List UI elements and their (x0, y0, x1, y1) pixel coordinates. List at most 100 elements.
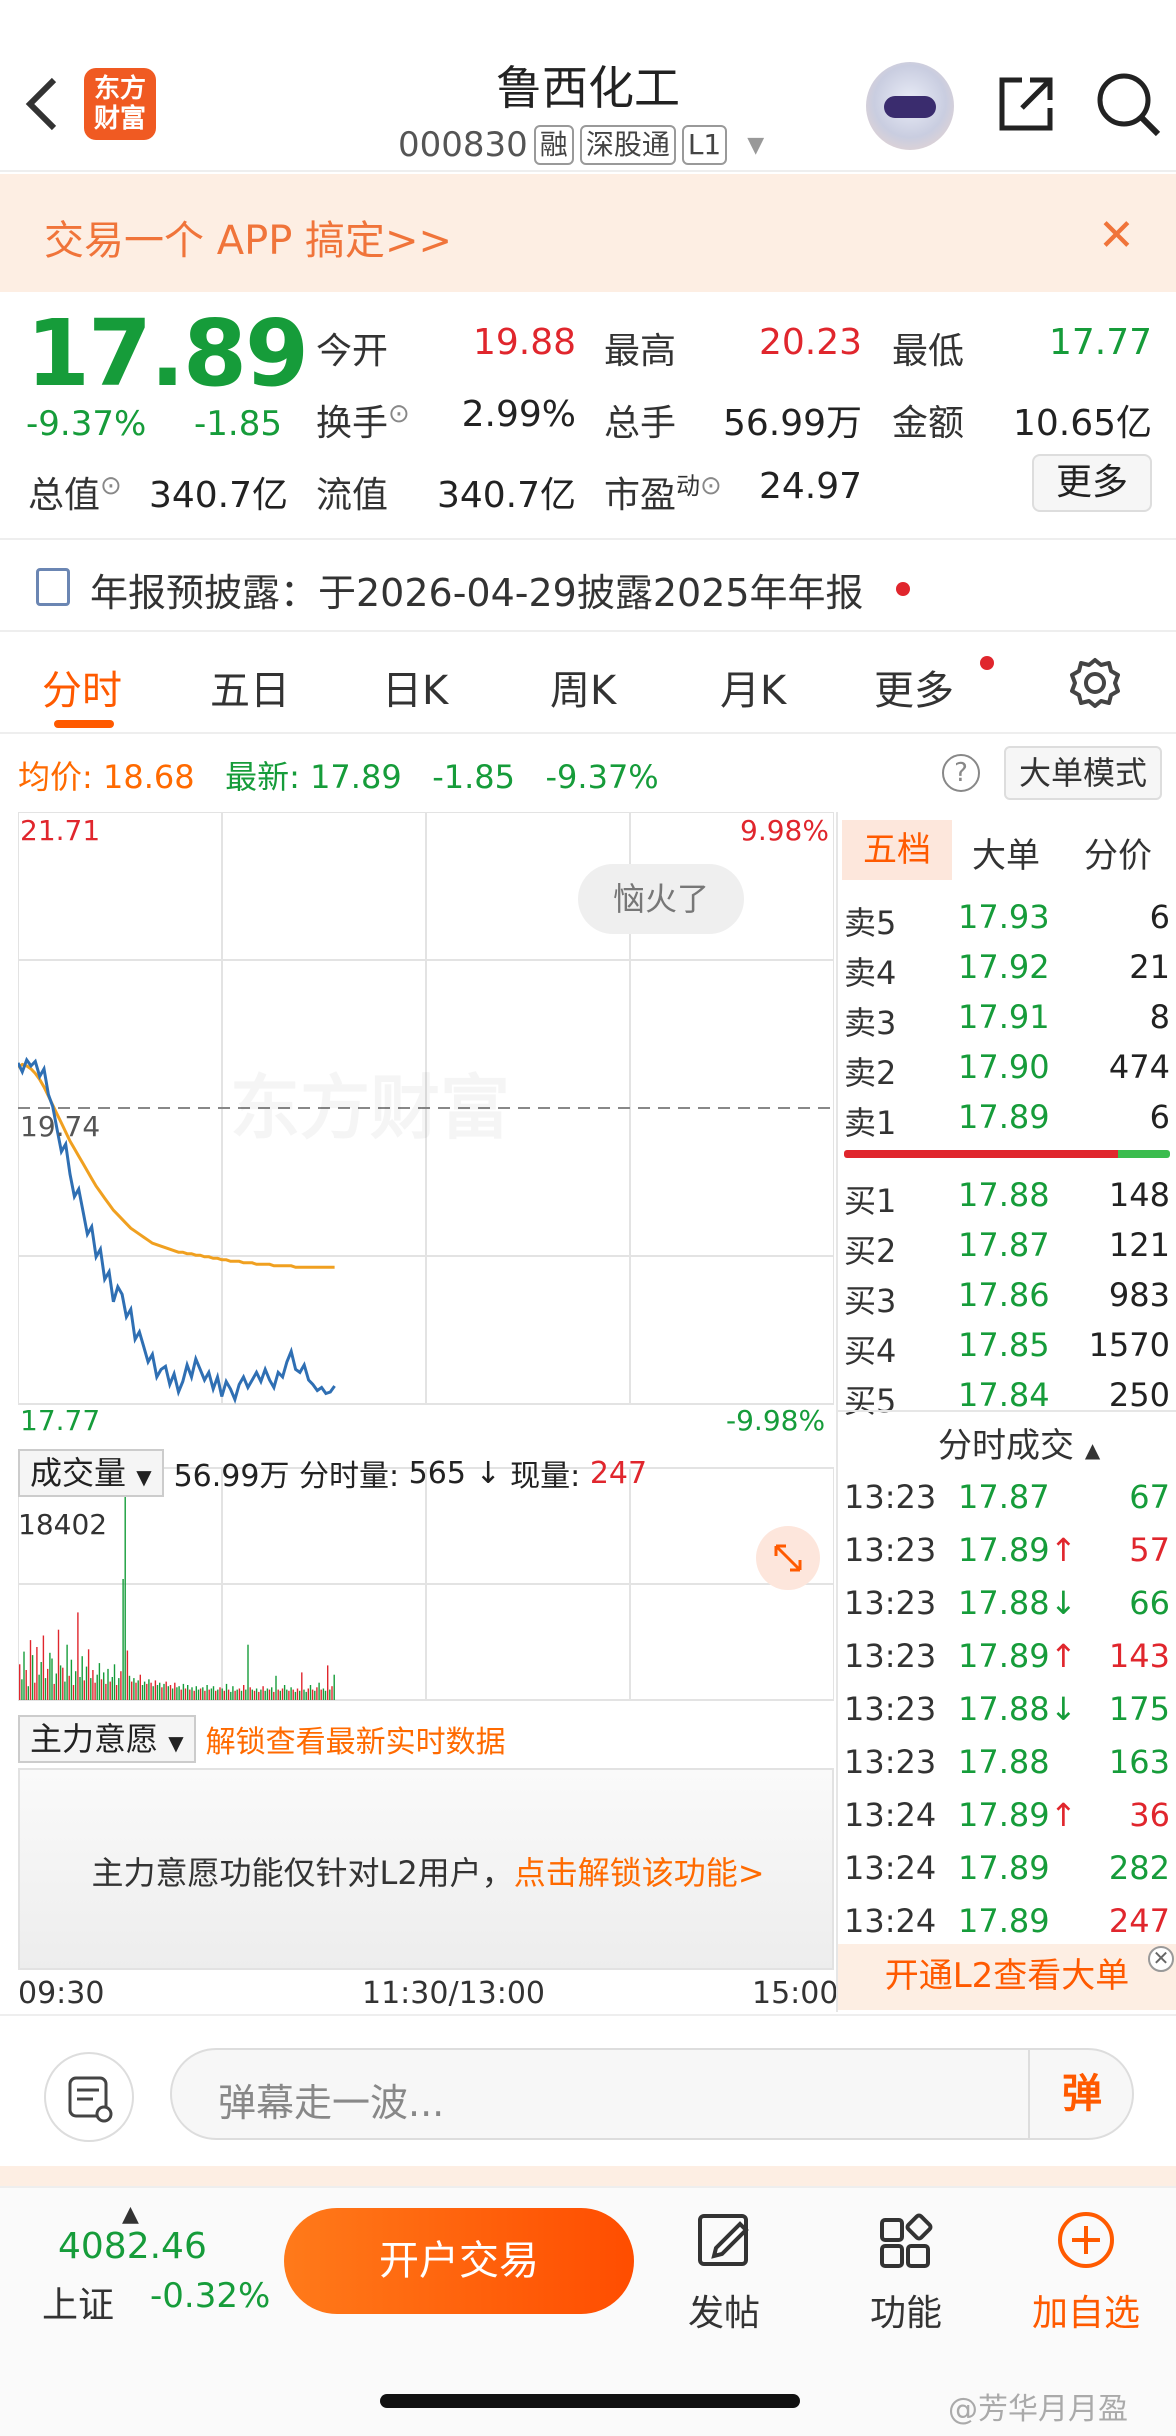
main-power-locked-panel[interactable]: 主力意愿功能仅针对L2用户，点击解锁该功能> (18, 1768, 834, 1970)
add-watchlist-button[interactable]: 加自选 (1026, 2210, 1146, 2336)
order-level: 买2 17.87 121 (844, 1220, 1170, 1270)
tab-monthly-k[interactable]: 月K (720, 658, 786, 716)
tab-more[interactable]: 更多 (874, 658, 954, 716)
level-volume: 148 (1108, 1176, 1170, 1214)
share-icon[interactable] (994, 72, 1058, 136)
tab-five-day[interactable]: 五日 (210, 658, 290, 716)
volume-bar (115, 1685, 118, 1700)
volume-bar (44, 1678, 47, 1700)
volume-bar (294, 1691, 297, 1700)
post-label: 发帖 (687, 2293, 760, 2334)
volume-bar (92, 1670, 94, 1700)
level-label: 买4 (844, 1332, 897, 1370)
tab-weekly-k[interactable]: 周K (550, 658, 616, 716)
tab-price-dist[interactable]: 分价 (1084, 828, 1152, 877)
tick-row: 13:23 17.89 ↑ 143 (844, 1631, 1170, 1681)
avg-label: 均价: (18, 758, 93, 796)
volume-bar (94, 1682, 96, 1700)
volume-bar (279, 1690, 281, 1700)
volume-bar (227, 1689, 230, 1700)
volume-bar (31, 1655, 34, 1700)
level-label: 买2 (844, 1232, 897, 1270)
big-order-mode-button[interactable]: 大单模式 (1004, 746, 1162, 800)
intraday-chart[interactable]: 东方财富 (18, 812, 834, 1712)
tick-price: 17.88 (958, 1743, 1050, 1781)
pe-label-text: 市盈 (604, 475, 677, 516)
level-volume: 250 (1108, 1376, 1170, 1414)
volume-bar (163, 1683, 165, 1700)
float-value: 340.7亿 (436, 475, 576, 516)
info-icon[interactable]: ⊙ (388, 399, 410, 429)
dropdown-caret-icon: ▼ (136, 1465, 152, 1489)
info-icon[interactable]: ⊙ (700, 471, 722, 501)
volume-bar (34, 1682, 36, 1700)
danmu-input[interactable]: 弹幕走一波... 弹 (170, 2048, 1134, 2140)
volume-dropdown[interactable]: 成交量 ▼ (18, 1449, 164, 1497)
close-icon[interactable]: ✕ (1098, 210, 1135, 261)
volume-bar (59, 1665, 62, 1700)
volume-bar (120, 1671, 122, 1700)
index-percent[interactable]: -0.32% (150, 2276, 270, 2316)
chevron-down-icon[interactable]: ▼ (747, 133, 764, 158)
index-expand-icon[interactable]: ▲ (122, 2202, 139, 2227)
tick-arrow: ↓ (1050, 1584, 1077, 1622)
volume-bar (55, 1673, 57, 1700)
tick-time: 13:23 (844, 1531, 937, 1569)
level-volume: 474 (1108, 1048, 1170, 1086)
mktcap-label: 总值⊙ (28, 466, 122, 518)
main-power-dropdown-label: 主力意愿 (30, 1720, 159, 1758)
volume-max-label: 18402 (18, 1508, 108, 1541)
danmu-bar: 弹幕走一波... 弹 (0, 2014, 1176, 2164)
volume-bar (273, 1691, 275, 1700)
help-icon[interactable]: ? (942, 754, 980, 792)
tick-arrow: ↑ (1050, 1796, 1077, 1834)
features-button[interactable]: 功能 (846, 2210, 966, 2336)
volume-bar (212, 1686, 215, 1700)
ticks-title[interactable]: 分时成交 ▲ (938, 1418, 1100, 1467)
volume-bar (243, 1685, 245, 1700)
last-percent: -9.37% (545, 758, 659, 796)
expand-icon[interactable] (756, 1526, 820, 1590)
unlock-feature-link[interactable]: 点击解锁该功能> (514, 1854, 765, 1892)
tab-big-orders[interactable]: 大单 (972, 828, 1040, 877)
volume-bar (171, 1688, 174, 1700)
chart-summary: 均价: 18.68 最新: 17.89 -1.85 -9.37% (18, 752, 659, 798)
volume-bar (193, 1690, 195, 1700)
stock-subline[interactable]: 000830 融 深股通 L1 ▼ (398, 122, 764, 168)
open-value: 19.88 (472, 322, 576, 363)
tab-five-levels[interactable]: 五档 (842, 820, 952, 880)
level-price: 17.89 (958, 1098, 1050, 1136)
info-icon[interactable]: ⊙ (100, 471, 122, 501)
danmu-send-button[interactable]: 弹 (1028, 2050, 1134, 2138)
gear-icon[interactable] (1068, 656, 1122, 710)
search-icon[interactable] (1094, 70, 1162, 138)
volume-bar (131, 1681, 133, 1700)
annual-report-notice[interactable]: 年报预披露：于2026-04-29披露2025年年报 (0, 538, 1176, 632)
volume-bar (19, 1664, 21, 1700)
index-value[interactable]: 4082.46 (58, 2226, 207, 2267)
danmu-settings-icon[interactable] (44, 2052, 134, 2142)
close-icon[interactable]: ✕ (1148, 1946, 1174, 1972)
tab-daily-k[interactable]: 日K (382, 658, 448, 716)
volume-bar (292, 1689, 294, 1700)
order-level: 卖3 17.91 8 (844, 992, 1170, 1042)
notice-text[interactable]: 年报预披露：于2026-04-29披露2025年年报 (90, 562, 864, 617)
post-button[interactable]: 发帖 (664, 2210, 784, 2336)
assistant-robot-icon[interactable] (866, 62, 954, 150)
l2-promo[interactable]: 开通L2查看大单 (838, 1944, 1176, 2010)
tick-arrow: ↑ (1050, 1637, 1077, 1675)
volume-bar (133, 1678, 135, 1700)
unlock-link[interactable]: 解锁查看最新实时数据 (206, 1717, 506, 1761)
volume-bar (275, 1675, 277, 1700)
volume-bar (301, 1672, 303, 1700)
volume-bar (230, 1691, 232, 1700)
main-power-dropdown[interactable]: 主力意愿 ▼ (18, 1715, 196, 1763)
open-account-button[interactable]: 开户交易 (284, 2208, 634, 2314)
volume-bar (314, 1690, 316, 1700)
index-name[interactable]: 上证 (42, 2276, 114, 2328)
promo-banner[interactable]: 交易一个 APP 搞定>> ✕ (0, 174, 1176, 292)
banner-text[interactable]: 交易一个 APP 搞定>> (44, 208, 452, 266)
volume-bar (137, 1680, 139, 1700)
more-button[interactable]: 更多 (1032, 454, 1152, 512)
tab-intraday[interactable]: 分时 (42, 658, 122, 716)
